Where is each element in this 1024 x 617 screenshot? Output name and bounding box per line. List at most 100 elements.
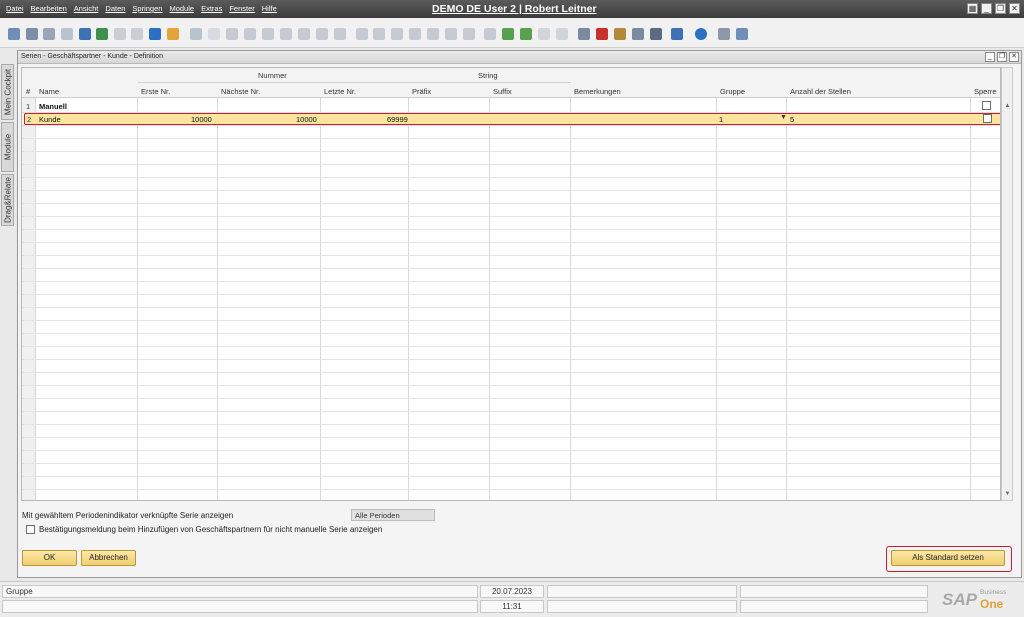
- web-icon[interactable]: [671, 28, 683, 40]
- first-record-icon[interactable]: [226, 28, 238, 40]
- menu-ansicht[interactable]: Ansicht: [74, 4, 99, 13]
- status-message: [2, 600, 478, 613]
- find-icon[interactable]: [190, 28, 202, 40]
- copy-icon[interactable]: [131, 28, 143, 40]
- header-num[interactable]: #: [26, 87, 30, 96]
- close-document-icon[interactable]: [596, 28, 608, 40]
- report-icon[interactable]: [614, 28, 626, 40]
- alert-icon[interactable]: [556, 28, 568, 40]
- filter-icon[interactable]: [316, 28, 328, 40]
- export-icon[interactable]: [61, 28, 73, 40]
- add-document-icon[interactable]: [502, 28, 514, 40]
- restore-icon[interactable]: ❐: [995, 3, 1006, 14]
- header-digits[interactable]: Anzahl der Stellen: [790, 87, 851, 96]
- series-table: Nummer String # Name Erste Nr. Nächste N…: [21, 67, 1001, 501]
- side-tab-module[interactable]: Module: [1, 122, 14, 172]
- ok-button[interactable]: OK: [22, 550, 77, 566]
- preview-icon[interactable]: [8, 28, 20, 40]
- period-indicator-field[interactable]: Alle Perioden: [351, 509, 435, 521]
- header-prefix[interactable]: Präfix: [412, 87, 431, 96]
- form-title-bar: Serien - Geschäftspartner - Kunde - Defi…: [18, 51, 1021, 64]
- vertical-scrollbar[interactable]: ▲ ▼: [1001, 67, 1013, 501]
- help-icon[interactable]: [695, 28, 707, 40]
- message-icon[interactable]: [538, 28, 550, 40]
- header-lock[interactable]: Sperre: [974, 87, 997, 96]
- add-icon[interactable]: [208, 28, 220, 40]
- app-title: DEMO DE User 2 | Robert Leitner: [432, 3, 597, 15]
- target-document-icon[interactable]: [373, 28, 385, 40]
- email-icon[interactable]: [43, 28, 55, 40]
- minimize-icon[interactable]: _: [981, 3, 992, 14]
- header-first-no[interactable]: Erste Nr.: [141, 87, 170, 96]
- group-select[interactable]: 1: [719, 115, 723, 124]
- pen-icon[interactable]: [484, 28, 496, 40]
- cancel-button[interactable]: Abbrechen: [81, 550, 136, 566]
- confirmation-checkbox[interactable]: [26, 525, 35, 534]
- journal-icon[interactable]: [391, 28, 403, 40]
- volume-icon[interactable]: [445, 28, 457, 40]
- header-name[interactable]: Name: [39, 87, 59, 96]
- previous-record-icon[interactable]: [244, 28, 256, 40]
- sort-icon[interactable]: [334, 28, 346, 40]
- document-icon[interactable]: [114, 28, 126, 40]
- upload-icon[interactable]: [149, 28, 161, 40]
- gross-profit-icon[interactable]: [427, 28, 439, 40]
- calendar-icon[interactable]: [578, 28, 590, 40]
- last-record-icon[interactable]: [280, 28, 292, 40]
- scroll-up-icon[interactable]: ▲: [1003, 102, 1012, 111]
- menu-bar: Datei Bearbeiten Ansicht Daten Springen …: [6, 4, 277, 13]
- menu-extras[interactable]: Extras: [201, 4, 222, 13]
- next-no-field[interactable]: 10000: [296, 115, 317, 124]
- header-group[interactable]: Gruppe: [720, 87, 745, 96]
- calculator-icon[interactable]: [718, 28, 730, 40]
- next-record-icon[interactable]: [262, 28, 274, 40]
- set-default-button[interactable]: Als Standard setzen: [891, 550, 1005, 566]
- menu-datei[interactable]: Datei: [6, 4, 24, 13]
- excel-icon[interactable]: [79, 28, 91, 40]
- status-field: [740, 600, 928, 613]
- header-group-string: String: [478, 71, 498, 80]
- header-next-no[interactable]: Nächste Nr.: [221, 87, 260, 96]
- status-field: [547, 585, 737, 598]
- form-minimize-icon[interactable]: _: [985, 52, 995, 62]
- first-no-field[interactable]: 10000: [191, 115, 212, 124]
- menu-module[interactable]: Module: [169, 4, 194, 13]
- status-field: [740, 585, 928, 598]
- side-tab-cockpit[interactable]: Mein Cockpit: [1, 64, 14, 120]
- last-no-field[interactable]: 69999: [387, 115, 408, 124]
- menu-bearbeiten[interactable]: Bearbeiten: [31, 4, 67, 13]
- payment-icon[interactable]: [409, 28, 421, 40]
- header-last-no[interactable]: Letzte Nr.: [324, 87, 356, 96]
- side-tab-drag-relate[interactable]: Drag&Relate: [1, 174, 14, 226]
- refresh-icon[interactable]: [298, 28, 310, 40]
- form-restore-icon[interactable]: ❐: [997, 52, 1007, 62]
- close-icon[interactable]: ✕: [1009, 3, 1020, 14]
- dropdown-arrow-icon[interactable]: ▼: [780, 114, 787, 121]
- digits-field[interactable]: 5: [790, 115, 794, 124]
- header-remarks[interactable]: Bemerkungen: [574, 87, 621, 96]
- table-row[interactable]: 1 Manuell: [22, 100, 1000, 112]
- print-icon[interactable]: [26, 28, 38, 40]
- add-activity-icon[interactable]: [520, 28, 532, 40]
- status-time: 11:31: [480, 600, 544, 613]
- period-indicator-label: Mit gewähltem Periodenindikator verknüpf…: [22, 511, 234, 520]
- scroll-down-icon[interactable]: ▼: [1003, 490, 1012, 499]
- form-close-icon[interactable]: ✕: [1009, 52, 1019, 62]
- table-row-selected[interactable]: 2 Kunde 10000 10000 69999 1 ▼ 5: [24, 113, 1000, 125]
- menu-fenster[interactable]: Fenster: [229, 4, 254, 13]
- menu-springen[interactable]: Springen: [132, 4, 162, 13]
- menu-hilfe[interactable]: Hilfe: [262, 4, 277, 13]
- form-settings-icon[interactable]: [736, 28, 748, 40]
- lock-checkbox[interactable]: [982, 101, 991, 110]
- menu-daten[interactable]: Daten: [105, 4, 125, 13]
- organization-icon[interactable]: [650, 28, 662, 40]
- word-icon[interactable]: [96, 28, 108, 40]
- base-document-icon[interactable]: [356, 28, 368, 40]
- form-title: Serien - Geschäftspartner - Kunde - Defi…: [21, 53, 164, 60]
- lock-icon[interactable]: [167, 28, 179, 40]
- settings-icon[interactable]: [463, 28, 475, 40]
- app-icon: ▦: [967, 3, 978, 14]
- query-icon[interactable]: [632, 28, 644, 40]
- header-suffix[interactable]: Suffix: [493, 87, 512, 96]
- lock-checkbox[interactable]: [983, 114, 992, 123]
